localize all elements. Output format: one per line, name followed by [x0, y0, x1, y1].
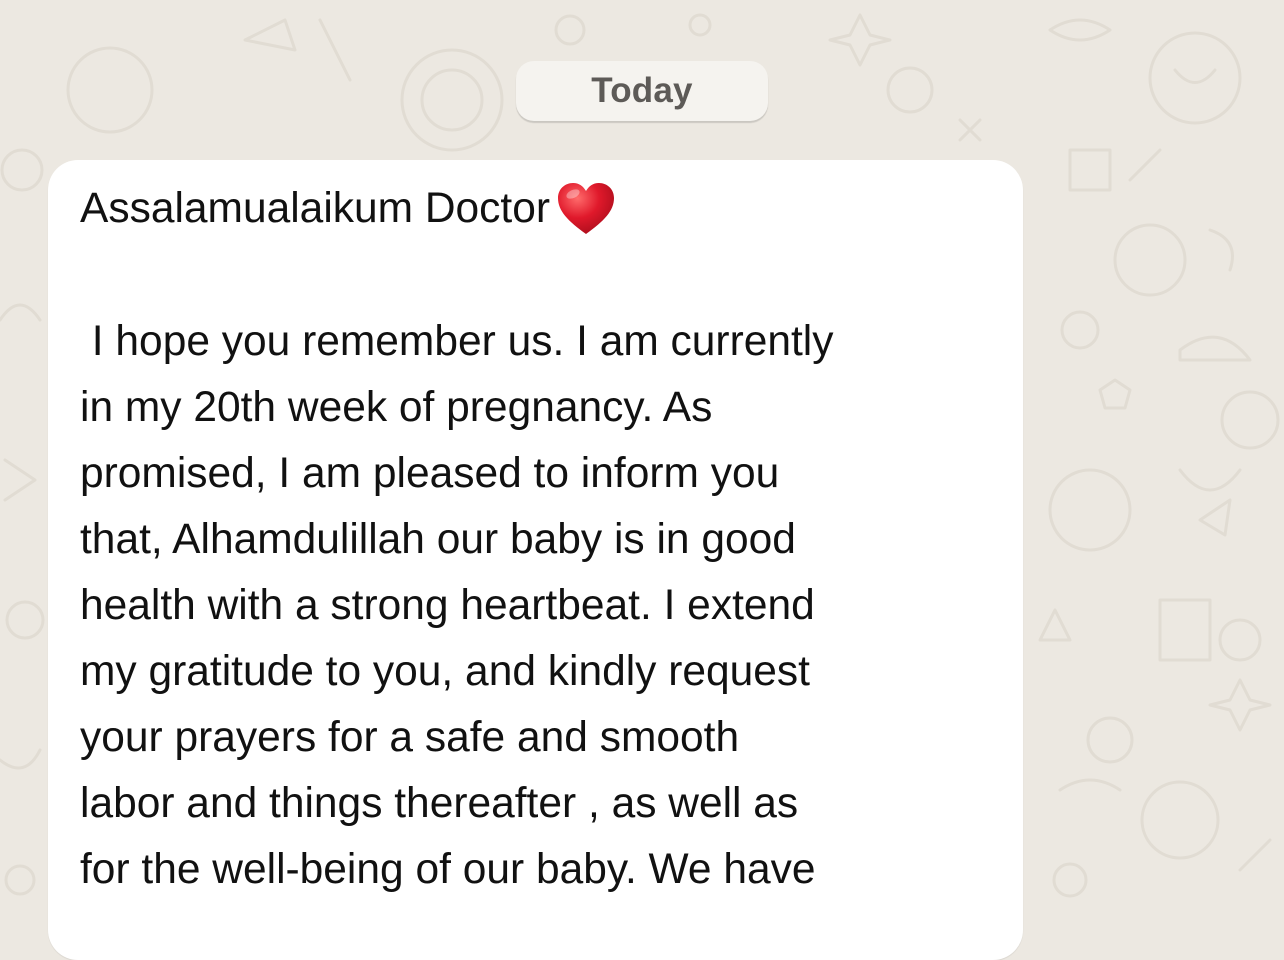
date-separator-label: Today [591, 71, 693, 110]
message-body-line: that, Alhamdulillah our baby is in good [80, 516, 796, 563]
message-body-line: my gratitude to you, and kindly request [80, 648, 810, 695]
date-separator: Today [516, 61, 768, 121]
message-body-line: health with a strong heartbeat. I extend [80, 582, 815, 629]
red-heart-emoji-icon [558, 183, 615, 234]
message-greeting-row: Assalamualaikum Doctor [80, 183, 616, 234]
message-greeting: Assalamualaikum Doctor [80, 185, 551, 232]
message-body-line: labor and things thereafter , as well as [80, 780, 799, 827]
message-body-line: your prayers for a safe and smooth [80, 714, 740, 761]
message-body-line: promised, I am pleased to inform you [80, 450, 780, 497]
message-body-line: I hope you remember us. I am currently [80, 318, 834, 365]
message-body-line: for the well-being of our baby. We have [80, 846, 816, 893]
message-body-line: in my 20th week of pregnancy. As [80, 384, 713, 431]
